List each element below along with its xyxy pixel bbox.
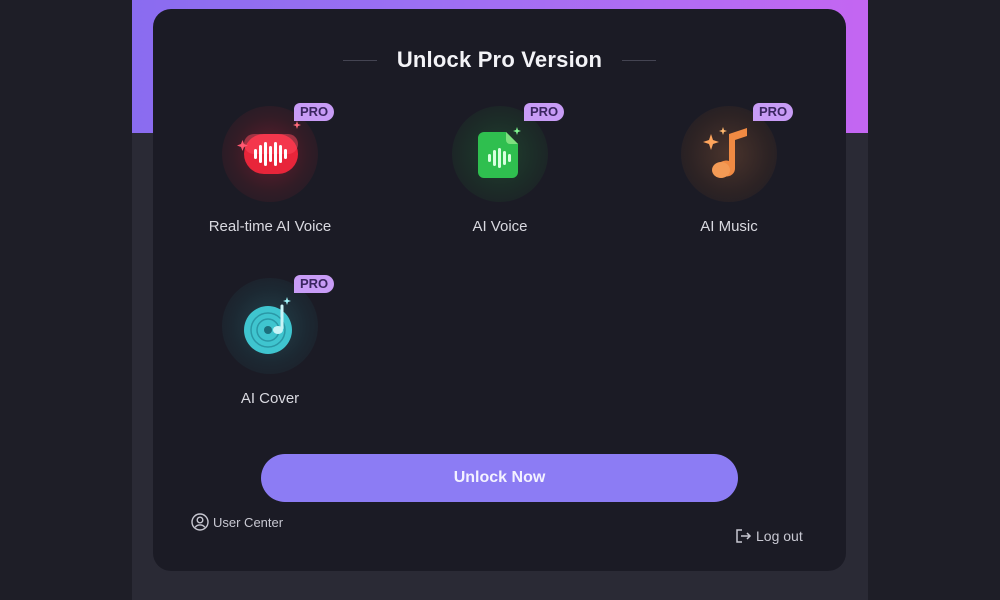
user-center-label: User Center: [213, 514, 284, 530]
pro-badge: PRO: [753, 103, 794, 121]
pro-badge: PRO: [524, 103, 565, 121]
logout-icon: [734, 527, 752, 545]
logout-link[interactable]: Log out: [734, 527, 803, 545]
pro-badge: PRO: [294, 275, 335, 293]
title-divider-right: [622, 59, 657, 61]
feature-label: AI Cover: [240, 390, 300, 407]
panel-title: Unlock Pro Version: [396, 47, 603, 72]
feature-ai-music[interactable]: PRO AI Music: [629, 103, 829, 244]
logout-label: Log out: [756, 528, 803, 544]
feature-label: AI Music: [700, 218, 758, 235]
user-center-link[interactable]: User Center: [191, 513, 283, 531]
ai-cover-icon-wrap: PRO: [220, 275, 335, 376]
feature-ai-voice[interactable]: PRO AI Voice: [400, 103, 600, 244]
title-row: Unlock Pro Version: [153, 45, 846, 75]
user-icon: [191, 513, 209, 531]
unlock-now-button[interactable]: Unlock Now: [261, 454, 738, 502]
feature-label: Real-time AI Voice: [208, 218, 332, 235]
feature-realtime-ai-voice[interactable]: PRO Real-time AI Voice: [170, 103, 370, 244]
pro-badge: PRO: [294, 103, 335, 121]
unlock-panel: Unlock Pro Version PRO Real-time AI Voic…: [153, 9, 846, 571]
realtime-ai-voice-icon-wrap: PRO: [220, 103, 335, 204]
ai-voice-icon-wrap: PRO: [450, 103, 565, 204]
app-window: Unlock Pro Version PRO Real-time AI Voic…: [132, 0, 868, 600]
feature-ai-cover[interactable]: PRO AI Cover: [170, 275, 370, 416]
feature-label: AI Voice: [472, 218, 528, 235]
title-divider-left: [342, 59, 377, 61]
ai-music-icon-wrap: PRO: [679, 103, 794, 204]
